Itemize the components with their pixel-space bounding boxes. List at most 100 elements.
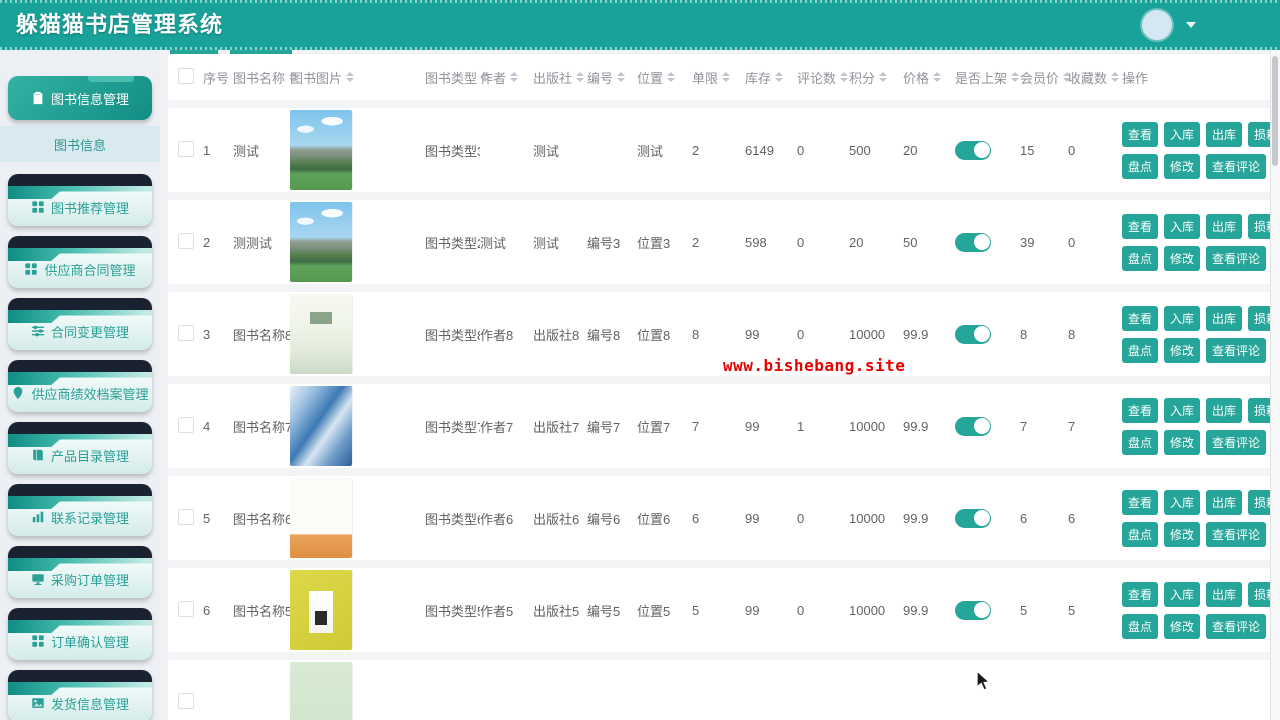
action-button-stocktake[interactable]: 盘点: [1122, 613, 1159, 639]
action-button-inbound[interactable]: 入库: [1164, 305, 1201, 331]
avatar[interactable]: [1142, 10, 1172, 40]
cell-price: 50: [903, 234, 918, 250]
action-button-stocktake[interactable]: 盘点: [1122, 337, 1159, 363]
sidebar-item-6[interactable]: 产品目录管理: [8, 422, 152, 474]
cell-comments: 0: [797, 234, 805, 250]
action-button-edit[interactable]: 修改: [1164, 153, 1201, 179]
action-button-view[interactable]: 查看: [1122, 581, 1159, 607]
sort-caret-icon[interactable]: [617, 72, 626, 82]
action-button-inbound[interactable]: 入库: [1164, 397, 1201, 423]
action-button-view[interactable]: 查看: [1122, 213, 1159, 239]
row-checkbox[interactable]: [178, 67, 194, 84]
toggle-knob: [973, 602, 990, 618]
action-button-outbound[interactable]: 出库: [1206, 213, 1243, 239]
row-checkbox[interactable]: [178, 600, 194, 617]
page-scrollbar[interactable]: [1270, 50, 1280, 720]
cell-book-name: 图书名称5: [233, 603, 290, 619]
action-button-view-comments[interactable]: 查看评论: [1206, 245, 1267, 271]
action-button-edit[interactable]: 修改: [1164, 245, 1201, 271]
action-button-loss[interactable]: 损耗: [1248, 121, 1272, 147]
sidebar-item-3[interactable]: 供应商合同管理: [8, 236, 152, 288]
action-button-edit[interactable]: 修改: [1164, 429, 1201, 455]
row-checkbox[interactable]: [178, 416, 194, 433]
action-button-outbound[interactable]: 出库: [1206, 121, 1243, 147]
sort-caret-icon[interactable]: [933, 72, 942, 82]
scrollbar-thumb[interactable]: [1272, 56, 1278, 166]
action-button-edit[interactable]: 修改: [1164, 521, 1201, 547]
sort-caret-icon[interactable]: [879, 72, 888, 82]
sort-caret-icon[interactable]: [576, 72, 585, 82]
cell-limit: 6: [692, 510, 700, 526]
sidebar-item-7[interactable]: 联系记录管理: [8, 484, 152, 536]
action-button-stocktake[interactable]: 盘点: [1122, 153, 1159, 179]
action-button-loss[interactable]: 损耗: [1248, 581, 1272, 607]
action-button-view-comments[interactable]: 查看评论: [1206, 429, 1267, 455]
user-menu[interactable]: [1142, 10, 1196, 40]
cell-points: 20: [849, 234, 864, 250]
action-button-outbound[interactable]: 出库: [1206, 489, 1243, 515]
action-button-stocktake[interactable]: 盘点: [1122, 429, 1159, 455]
action-button-view[interactable]: 查看: [1122, 121, 1159, 147]
on-shelf-toggle[interactable]: [955, 324, 991, 344]
action-button-outbound[interactable]: 出库: [1206, 305, 1243, 331]
sidebar-subitem[interactable]: 图书信息: [0, 126, 160, 162]
sidebar-item-2[interactable]: 图书推荐管理: [8, 174, 152, 226]
sidebar-item-1[interactable]: 图书信息管理: [8, 76, 152, 120]
action-button-view[interactable]: 查看: [1122, 489, 1159, 515]
cell-points: 10000: [849, 418, 886, 434]
action-button-outbound[interactable]: 出库: [1206, 581, 1243, 607]
row-checkbox[interactable]: [178, 232, 194, 249]
action-button-view-comments[interactable]: 查看评论: [1206, 613, 1267, 639]
on-shelf-toggle[interactable]: [955, 600, 991, 620]
sidebar-item-9[interactable]: 订单确认管理: [8, 608, 152, 660]
action-button-inbound[interactable]: 入库: [1164, 121, 1201, 147]
action-button-loss[interactable]: 损耗: [1248, 305, 1272, 331]
action-button-inbound[interactable]: 入库: [1164, 489, 1201, 515]
action-button-edit[interactable]: 修改: [1164, 613, 1201, 639]
sort-caret-icon[interactable]: [346, 72, 355, 82]
action-button-view-comments[interactable]: 查看评论: [1206, 153, 1267, 179]
action-button-view[interactable]: 查看: [1122, 397, 1159, 423]
cell-stock: 99: [745, 602, 760, 618]
action-button-stocktake[interactable]: 盘点: [1122, 245, 1159, 271]
action-button-outbound[interactable]: 出库: [1206, 397, 1243, 423]
sort-caret-icon[interactable]: [722, 72, 731, 82]
cell-publisher: 出版社7: [533, 419, 580, 435]
on-shelf-toggle[interactable]: [955, 508, 991, 528]
sort-caret-icon[interactable]: [1011, 72, 1020, 82]
cell-location: 位置7: [637, 419, 671, 435]
sidebar-item-5[interactable]: 供应商绩效档案管理: [8, 360, 152, 412]
on-shelf-toggle[interactable]: [955, 232, 991, 252]
action-button-loss[interactable]: 损耗: [1248, 489, 1272, 515]
action-button-view[interactable]: 查看: [1122, 305, 1159, 331]
on-shelf-toggle[interactable]: [955, 416, 991, 436]
action-button-view-comments[interactable]: 查看评论: [1206, 337, 1267, 363]
sort-caret-icon[interactable]: [1111, 72, 1120, 82]
sort-caret-icon[interactable]: [840, 72, 849, 82]
action-button-view-comments[interactable]: 查看评论: [1206, 521, 1267, 547]
row-checkbox[interactable]: [178, 140, 194, 157]
cell-book-image: [290, 386, 425, 466]
sidebar-item-8[interactable]: 采购订单管理: [8, 546, 152, 598]
action-button-loss[interactable]: 损耗: [1248, 213, 1272, 239]
sort-caret-icon[interactable]: [775, 72, 784, 82]
action-button-inbound[interactable]: 入库: [1164, 581, 1201, 607]
sidebar-item-4[interactable]: 合同变更管理: [8, 298, 152, 350]
row-checkbox[interactable]: [178, 508, 194, 525]
checkbox-cell: [168, 692, 203, 712]
sort-caret-icon[interactable]: [667, 72, 676, 82]
action-button-loss[interactable]: 损耗: [1248, 397, 1272, 423]
cell-on-shelf: [955, 416, 1020, 436]
action-button-inbound[interactable]: 入库: [1164, 213, 1201, 239]
caret-down-icon[interactable]: [1186, 22, 1196, 28]
column-header: 库存: [745, 68, 797, 87]
table-row: 3 图书名称8 图书类型8 作者8 出版社8 编号8 位置8 8 99 0 10000 99.9 8 8 查…: [168, 292, 1272, 376]
sidebar-item-10[interactable]: 发货信息管理: [8, 670, 152, 720]
action-button-edit[interactable]: 修改: [1164, 337, 1201, 363]
row-checkbox[interactable]: [178, 324, 194, 341]
sort-caret-icon[interactable]: [510, 72, 519, 82]
action-button-stocktake[interactable]: 盘点: [1122, 521, 1159, 547]
on-shelf-toggle[interactable]: [955, 140, 991, 160]
row-checkbox[interactable]: [178, 692, 194, 709]
cell-limit: 5: [692, 602, 700, 618]
